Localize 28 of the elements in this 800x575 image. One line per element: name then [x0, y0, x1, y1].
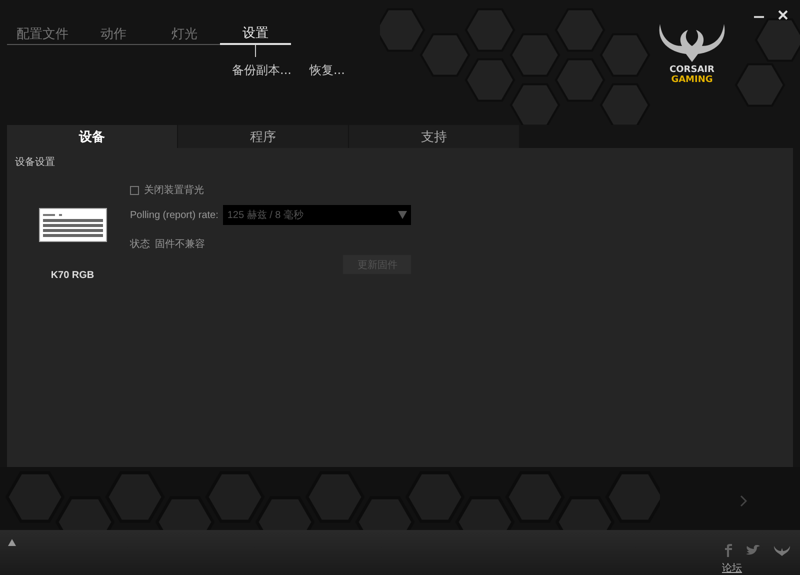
status-label: 状态 — [130, 238, 150, 251]
logo-text: GAMING — [671, 75, 713, 85]
close-icon[interactable] — [778, 10, 788, 20]
device-name: K70 RGB — [50, 270, 94, 281]
field-label: Polling (report) rate: — [130, 210, 218, 220]
nav-tab[interactable]: 设置 — [220, 25, 291, 45]
forum-link[interactable]: 论坛 — [722, 561, 742, 575]
up-triangle-icon[interactable] — [8, 539, 16, 546]
section-tab[interactable]: 程序 — [178, 125, 349, 148]
logo-text: CORSAIR — [670, 65, 714, 75]
backlight-checkbox[interactable]: 关闭装置背光 — [130, 183, 412, 197]
keyboard-icon — [38, 208, 106, 242]
letter-f-icon[interactable] — [724, 544, 732, 557]
chevron-right-icon[interactable] — [740, 495, 747, 507]
checkbox[interactable] — [130, 186, 139, 194]
menu-action[interactable]: 备份副本... — [232, 62, 292, 79]
nav-tab[interactable]: 灯光 — [149, 25, 220, 45]
section-tab[interactable]: 设备 — [7, 125, 178, 148]
nav-tab[interactable]: 配置文件 — [7, 25, 78, 45]
status-value: 固件不兼容 — [155, 238, 205, 251]
horned-emblem-icon[interactable] — [774, 546, 790, 556]
nav-tab[interactable]: 动作 — [78, 25, 149, 45]
checkbox-label: 关闭装置背光 — [144, 184, 204, 197]
dropdown-arrow-icon — [398, 211, 408, 219]
menu-action[interactable]: 恢复... — [309, 62, 345, 79]
bird-icon[interactable] — [746, 545, 760, 556]
section-title: 设备设置 — [15, 156, 56, 169]
section-tab[interactable]: 支持 — [349, 125, 520, 148]
